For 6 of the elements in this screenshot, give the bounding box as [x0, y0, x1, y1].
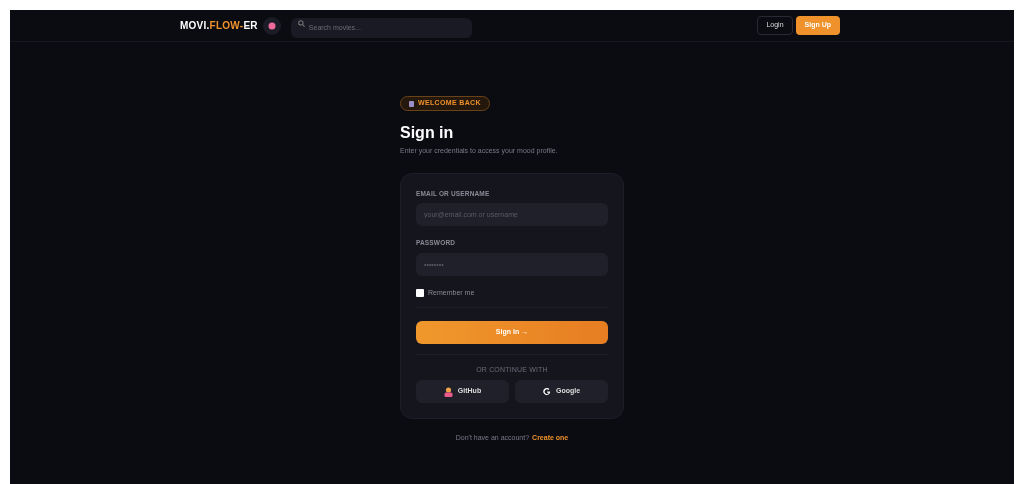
person-icon: [443, 386, 453, 397]
logo[interactable]: MOVI.FLOW-ER: [180, 18, 258, 33]
remember-checkbox[interactable]: [416, 289, 424, 298]
page-title: Sign in: [400, 123, 454, 143]
google-g-icon: [542, 387, 551, 396]
search-icon: [297, 19, 305, 27]
